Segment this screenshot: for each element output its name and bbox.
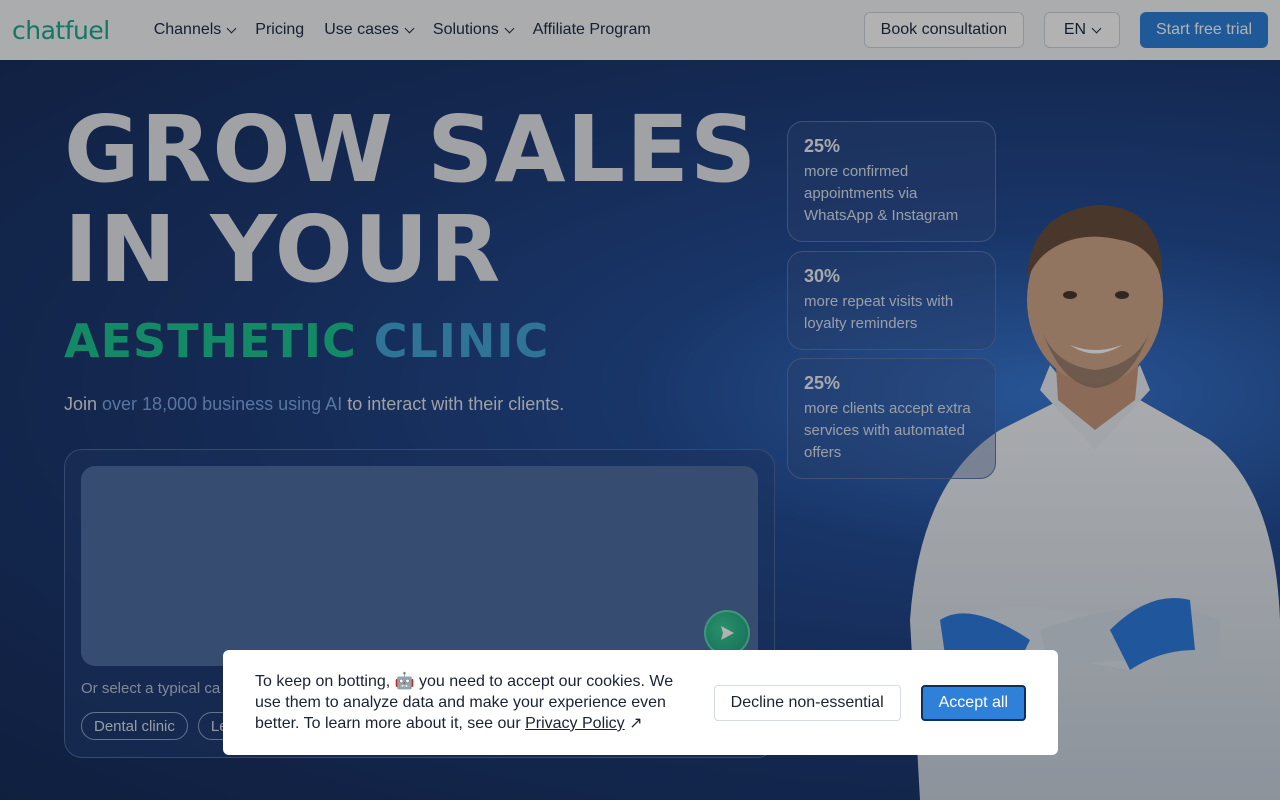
cookie-actions: Decline non-essential Accept all <box>713 684 1026 721</box>
cookie-message: To keep on botting, 🤖 you need to accept… <box>255 671 685 734</box>
external-link-icon: ↗ <box>629 715 643 732</box>
cookie-consent-banner: To keep on botting, 🤖 you need to accept… <box>223 650 1058 755</box>
decline-non-essential-button[interactable]: Decline non-essential <box>713 684 901 721</box>
accept-all-button[interactable]: Accept all <box>920 684 1026 721</box>
privacy-policy-link[interactable]: Privacy Policy <box>525 715 625 732</box>
